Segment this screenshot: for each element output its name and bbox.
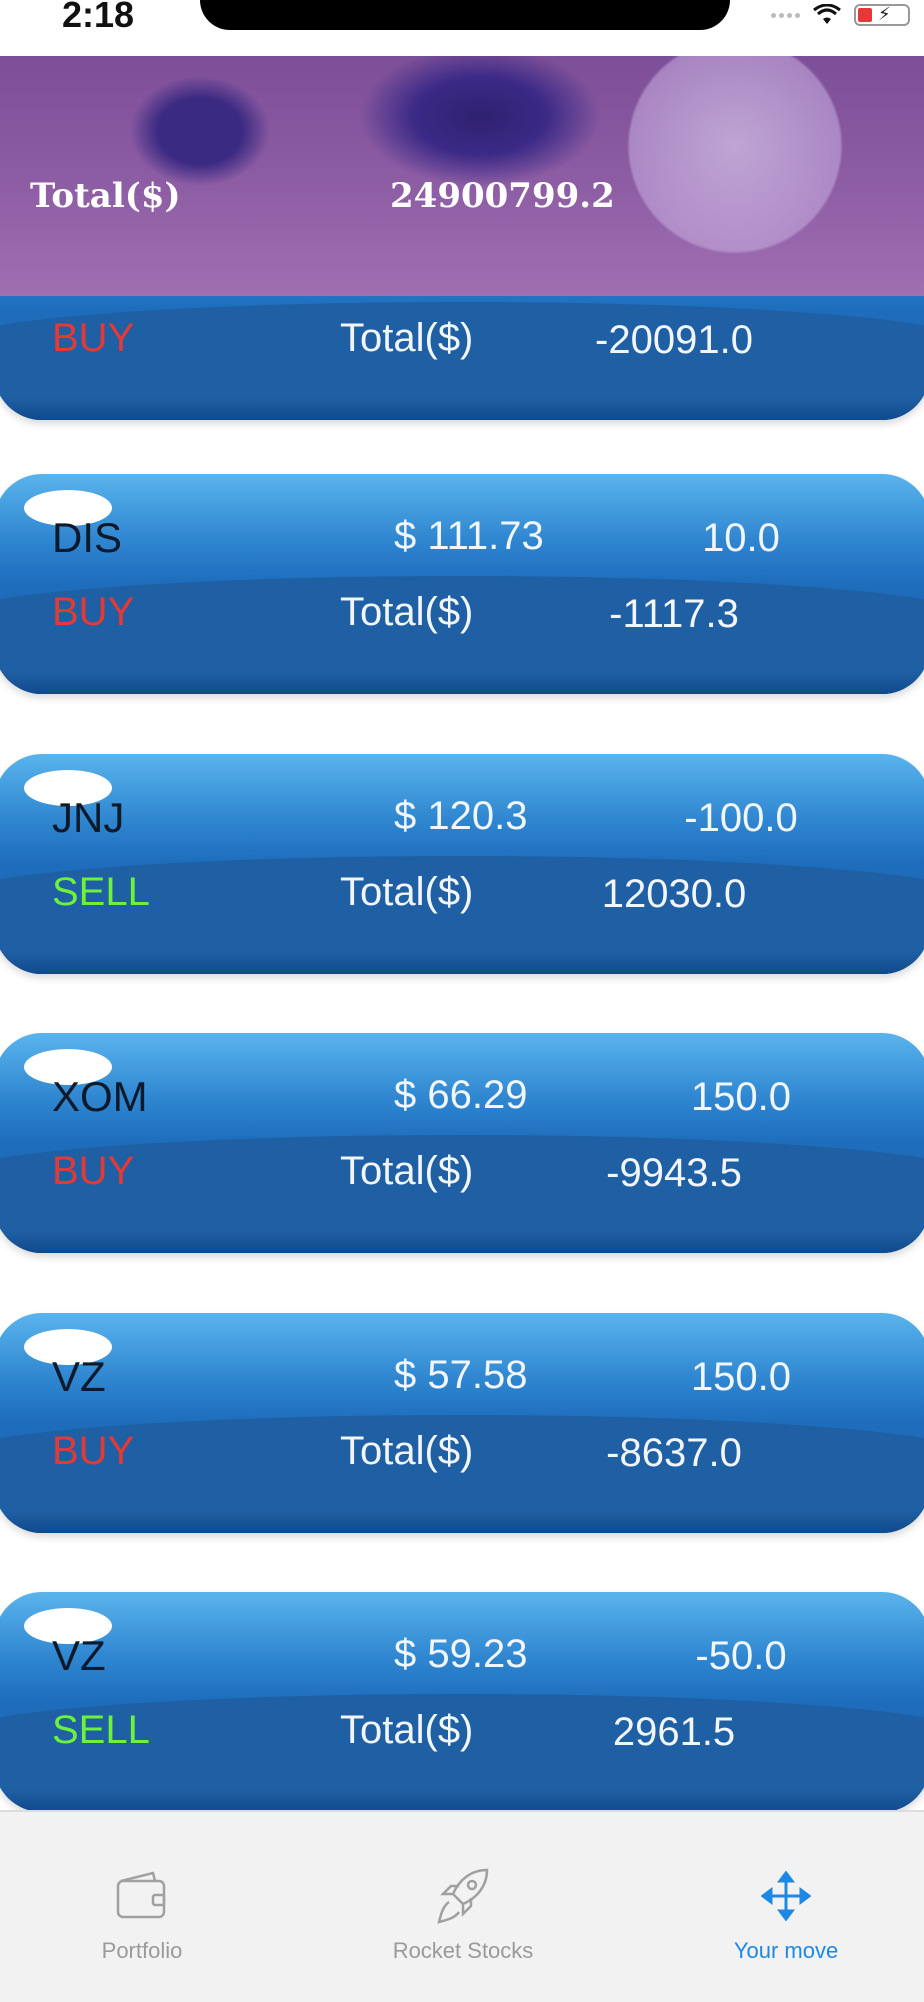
tab-label: Your move [733,1938,839,1963]
trade-card[interactable]: XOM $ 66.29 150.0 BUY Total($) -9943.5 [0,1033,924,1253]
card-symbol: JNJ [52,794,125,841]
move-arrows-icon [761,1868,811,1924]
card-total-label: Total($) [340,1149,474,1193]
card-price: $ 66.29 [394,1073,528,1117]
card-total-value: -9943.5 [606,1151,742,1195]
rocket-icon [435,1868,491,1924]
tab-bar: Portfolio Rocket Stocks Your move [0,1810,924,2002]
status-bar: 2:18 ⚡ [0,0,924,56]
card-quantity: 10.0 [702,516,780,560]
tab-rocket-stocks[interactable]: Rocket Stocks [333,1812,593,1972]
card-quantity: 150.0 [690,1355,792,1399]
status-time: 2:18 [62,0,135,35]
card-price: $ 111.73 [394,514,544,558]
card-quantity: -100.0 [684,796,798,840]
card-price: $ 120.3 [394,794,528,838]
card-total-label: Total($) [340,1429,474,1473]
card-quantity: -50.0 [695,1634,787,1678]
card-total-label: Total($) [340,870,474,914]
trade-card[interactable]: DIS $ 111.73 10.0 BUY Total($) -1117.3 [0,474,924,694]
wifi-icon [813,4,841,24]
trade-card[interactable]: JNJ $ 120.3 -100.0 SELL Total($) 12030.0 [0,754,924,974]
status-icons: ⚡ [771,0,910,30]
card-price: $ 59.23 [394,1632,528,1676]
tab-label: Rocket Stocks [392,1938,534,1963]
card-total-value: -8637.0 [606,1431,742,1475]
card-action: SELL [52,870,150,914]
card-total-label: Total($) [340,1708,474,1752]
card-action: BUY [52,1149,135,1193]
card-total-label: Total($) [340,590,474,634]
card-symbol: XOM [52,1073,148,1120]
device-notch [200,0,730,30]
card-total-value: 2961.5 [612,1710,736,1754]
card-total-label: Total($) [340,316,474,360]
trade-card[interactable]: VZ $ 59.23 -50.0 SELL Total($) 2961.5 [0,1592,924,1812]
card-symbol: DIS [52,514,123,561]
card-action: BUY [52,316,135,360]
trade-card[interactable]: VZ $ 57.58 150.0 BUY Total($) -8637.0 [0,1313,924,1533]
card-total-value: -20091.0 [595,318,753,362]
header-total-value: 24900799.2 [390,176,615,216]
card-action: BUY [52,590,135,634]
tab-label: Portfolio [101,1938,183,1963]
card-total-value: 12030.0 [601,872,747,916]
wallet-icon [115,1868,169,1924]
card-price: $ 57.58 [394,1353,528,1397]
card-total-value: -1117.3 [609,592,739,636]
header-total-label: Total($) [30,176,181,216]
tab-your-move[interactable]: Your move [656,1812,916,1972]
tab-portfolio[interactable]: Portfolio [12,1812,272,1972]
total-header: Total($) 24900799.2 [0,56,924,296]
signal-icon [771,12,800,18]
card-symbol: VZ [52,1353,106,1400]
card-action: BUY [52,1429,135,1473]
battery-icon: ⚡ [854,4,910,26]
card-symbol: VZ [52,1632,106,1679]
card-action: SELL [52,1708,150,1752]
card-quantity: 150.0 [690,1075,792,1119]
